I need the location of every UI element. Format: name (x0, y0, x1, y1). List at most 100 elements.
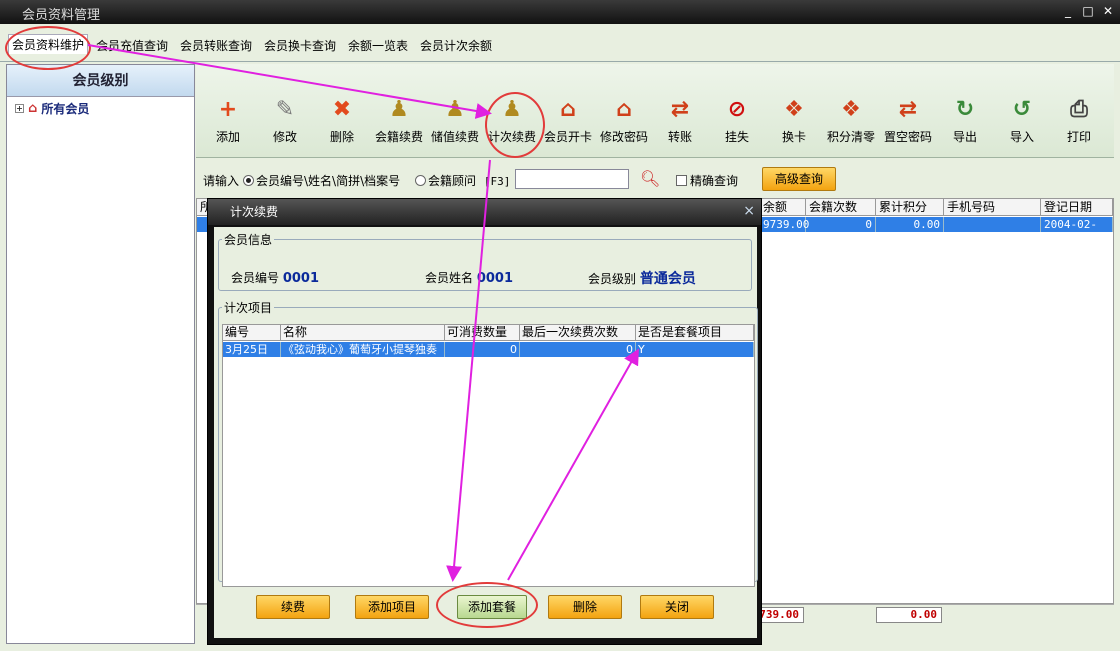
toolbar-button[interactable]: ⇄ 置空密码 (880, 96, 936, 145)
toolbar-button[interactable]: ↺ 导入 (994, 96, 1050, 145)
member-name-value: 0001 (476, 271, 514, 286)
balance-total: 739.00 (758, 607, 804, 623)
member-id-field: 会员编号 0001 (231, 269, 319, 286)
toolbar-button-label: 换卡 (781, 130, 806, 144)
renew-button[interactable]: 续费 (256, 595, 330, 619)
toolbar-button[interactable]: ✖ 删除 (314, 96, 370, 145)
add-item-button[interactable]: 添加项目 (355, 595, 429, 619)
toolbar-button-label: 导入 (1009, 130, 1034, 144)
toolbar-button[interactable]: ✎ 修改 (257, 96, 313, 145)
radio-icon[interactable] (415, 175, 426, 186)
delete-button[interactable]: 删除 (548, 595, 622, 619)
member-info-group: 会员信息 会员编号 0001 会员姓名 0001 会员级别 普通会员 (218, 231, 752, 291)
table-cell: Y (636, 342, 754, 357)
points-total: 0.00 (876, 607, 942, 623)
toolbar-button-label: 删除 (329, 130, 354, 144)
grid-header-cell[interactable]: 会籍次数 (806, 199, 876, 216)
toolbar-button[interactable]: ↻ 导出 (937, 96, 993, 145)
table-cell: 《弦动我心》葡萄牙小提琴独奏 (281, 342, 445, 357)
tab-balance-list[interactable]: 余额一览表 (348, 36, 408, 56)
add-package-button[interactable]: 添加套餐 (457, 595, 527, 619)
wrench-icon: ✎ (275, 97, 295, 122)
printer-icon: ⎙ (1070, 97, 1088, 122)
toolbar-button[interactable]: ♟ 计次续费 (484, 96, 540, 145)
toolbar-button[interactable]: ⎙ 打印 (1051, 96, 1107, 145)
table-cell: 0 (806, 217, 876, 232)
toolbar-button-label: 导出 (952, 130, 977, 144)
toolbar-button[interactable]: ⇄ 转账 (652, 96, 708, 145)
count-items-table: 编号 名称 可消费数量 最后一次续费次数 是否是套餐项目 3月25日 《弦动我心… (222, 324, 755, 587)
tab-member-maintenance[interactable]: 会员资料维护 (8, 34, 89, 54)
radio-label: 会员编号\姓名\简拼\档案号 (256, 174, 401, 188)
table-header-cell[interactable]: 可消费数量 (445, 325, 520, 341)
close-icon[interactable]: ✕ (1100, 3, 1116, 19)
tab-card-change-query[interactable]: 会员换卡查询 (264, 36, 336, 56)
toolbar-button[interactable]: ⌂ 会员开卡 (540, 96, 596, 145)
tree-item-all-members[interactable]: + ⌂ 所有会员 (15, 99, 89, 117)
toolbar-button[interactable]: + 添加 (200, 96, 256, 145)
search-mode-option2[interactable]: 会籍顾问 [F3] (415, 172, 510, 189)
member-level-sidebar: 会员级别 + ⌂ 所有会员 (6, 64, 195, 644)
advanced-query-button[interactable]: 高级查询 (762, 167, 836, 191)
toolbar-button-label: 储值续费 (430, 130, 479, 144)
maximize-icon[interactable]: □ (1080, 3, 1096, 19)
table-header-cell[interactable]: 是否是套餐项目 (636, 325, 754, 341)
search-prompt: 请输入 (203, 174, 240, 188)
table-header-cell[interactable]: 最后一次续费次数 (520, 325, 636, 341)
sidebar-header: 会员级别 (7, 65, 194, 97)
checkbox-label: 精确查询 (690, 174, 739, 188)
table-cell: 9739.00 (760, 217, 809, 232)
grid-header-cell[interactable]: 余额 (760, 199, 806, 216)
toolbar-button[interactable]: ♟ 储值续费 (427, 96, 483, 145)
toolbar-button-label: 会籍续费 (374, 130, 423, 144)
radio-selected-icon[interactable] (243, 175, 254, 186)
toolbar-button[interactable]: ❖ 换卡 (766, 96, 822, 145)
grid-header-cell[interactable]: 手机号码 (944, 199, 1041, 216)
toolbar-button-label: 会员开卡 (543, 130, 592, 144)
table-cell: 0 (520, 342, 636, 357)
search-mode-option1[interactable]: 会员编号\姓名\简拼\档案号 (243, 172, 400, 189)
count-items-legend: 计次项目 (224, 301, 273, 315)
table-header-cell[interactable]: 编号 (223, 325, 281, 341)
no-entry-icon: ⊘ (727, 97, 747, 122)
toolbar-button-label: 置空密码 (883, 130, 932, 144)
house-icon: ⌂ (560, 97, 576, 122)
pawn-icon: ♟ (502, 97, 522, 122)
transfer-icon: ⇄ (670, 97, 690, 122)
toolbar-button-label: 添加 (215, 130, 240, 144)
count-renewal-dialog: 计次续费 × 会员信息 会员编号 0001 会员姓名 0001 会员级别 普通会… (207, 198, 762, 645)
dialog-body: 会员信息 会员编号 0001 会员姓名 0001 会员级别 普通会员 计次项目 … (214, 227, 758, 638)
table-header-cell[interactable]: 名称 (281, 325, 445, 341)
search-input[interactable] (515, 169, 629, 189)
tab-count-balance[interactable]: 会员计次余额 (420, 36, 492, 56)
dialog-close-icon[interactable]: × (743, 203, 755, 219)
exact-query-checkbox[interactable]: 精确查询 (676, 172, 738, 189)
grid-header-cell[interactable]: 登记日期 (1041, 199, 1113, 216)
tree-item-label: 所有会员 (41, 101, 90, 116)
table-cell: 3月25日 (223, 342, 281, 357)
table-cell: 0 (445, 342, 520, 357)
toolbar-button-label: 修改 (272, 130, 297, 144)
grid-header-cell[interactable]: 累计积分 (876, 199, 944, 216)
checkbox-icon[interactable] (676, 175, 687, 186)
pawn-icon: ♟ (389, 97, 409, 122)
search-icon[interactable]: 🔍︎ (640, 169, 660, 189)
export-icon: ↻ (955, 97, 975, 122)
tab-recharge-query[interactable]: 会员充值查询 (96, 36, 168, 56)
window-titlebar: 会员资料管理 _ □ ✕ (0, 0, 1120, 24)
toolbar-button[interactable]: ♟ 会籍续费 (371, 96, 427, 145)
toolbar-button-label: 挂失 (724, 130, 749, 144)
minimize-icon[interactable]: _ (1060, 3, 1076, 19)
tab-bar: 会员资料维护 会员充值查询 会员转账查询 会员换卡查询 余额一览表 会员计次余额 (0, 24, 1120, 62)
toolbar-button[interactable]: ❖ 积分清零 (823, 96, 879, 145)
close-button[interactable]: 关闭 (640, 595, 714, 619)
house-icon: ⌂ (28, 100, 38, 116)
toolbar-button[interactable]: ⊘ 挂失 (709, 96, 765, 145)
toolbar: + 添加 ✎ 修改 ✖ 删除 ♟ 会籍续费 ♟ 储值续费 ♟ 计次续费 ⌂ 会员开卡 ⌂ 修改密码 ⇄ 转账 ⊘ 挂失… (196, 64, 1114, 158)
member-level-label: 会员级别 (588, 272, 637, 286)
member-id-value: 0001 (282, 271, 320, 286)
tab-transfer-query[interactable]: 会员转账查询 (180, 36, 252, 56)
tree-expand-icon[interactable]: + (15, 103, 24, 113)
import-icon: ↺ (1012, 97, 1032, 122)
toolbar-button[interactable]: ⌂ 修改密码 (596, 96, 652, 145)
